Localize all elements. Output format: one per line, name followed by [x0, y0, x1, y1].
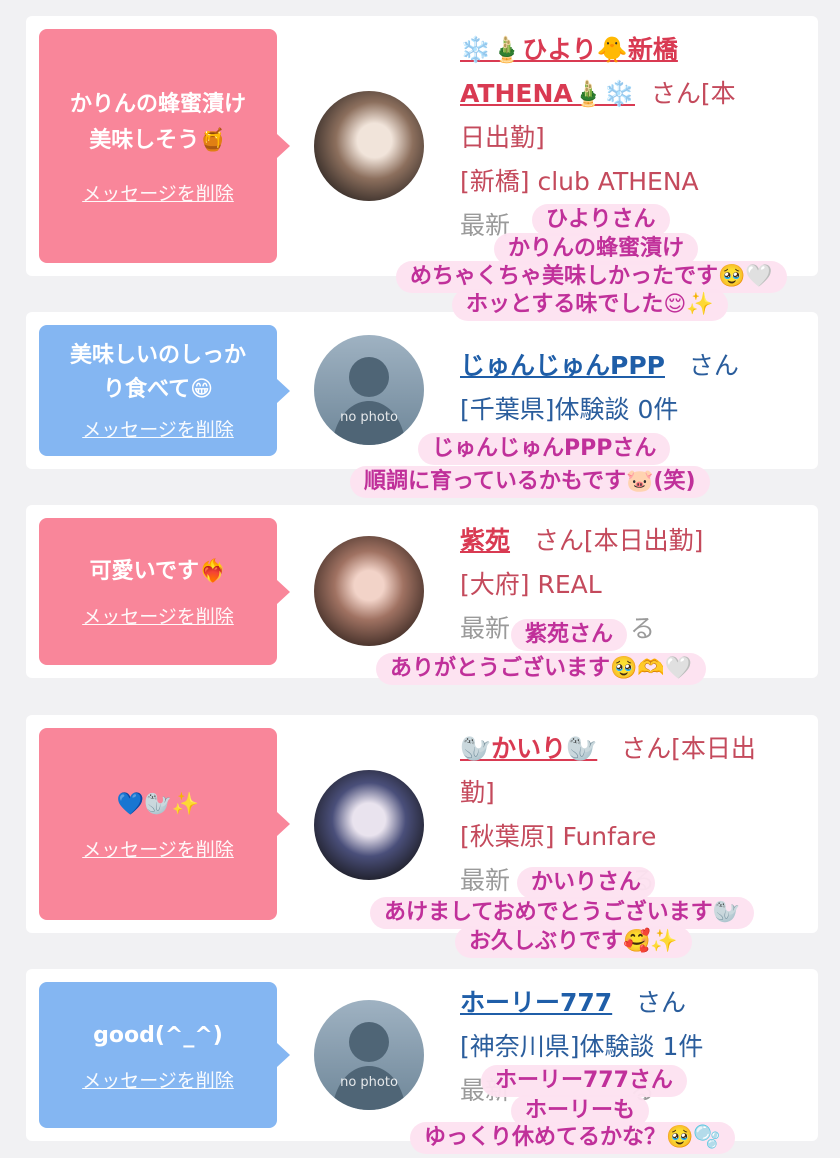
message-text-line: り食べて😁: [102, 377, 214, 402]
honorific-label: さん: [688, 351, 739, 380]
overlay-caption: 紫苑さん: [511, 619, 628, 651]
message-text-line: 美味しいのしっか: [69, 343, 246, 368]
delete-message-link[interactable]: メッセージを削除: [82, 1066, 234, 1093]
honorific-label: さん[本日出勤]: [533, 526, 704, 555]
shop-name: [大府] REAL: [460, 570, 602, 599]
review-count: [千葉県]体験談 0件: [460, 395, 679, 424]
cast-name-link[interactable]: ATHENA🎍❄️: [460, 79, 635, 108]
message-text-line: good(^_^): [93, 1022, 223, 1048]
delete-message-link[interactable]: メッセージを削除: [82, 415, 234, 442]
overlay-caption: あけましておめでとうございます🦭: [370, 897, 755, 929]
overlay-caption: ホッとする味でした😌✨: [452, 289, 728, 321]
overlay-caption: ひよりさん: [532, 204, 670, 236]
cast-name-link[interactable]: ❄️🎍ひより🐥新橋: [460, 35, 678, 64]
message-bubble: 💙🦭✨ メッセージを削除: [39, 728, 290, 920]
honorific-label: さん[本: [650, 79, 736, 108]
cast-name-link[interactable]: 🦭かいり🦭: [460, 734, 597, 763]
overlay-caption: じゅんじゅんPPPさん: [418, 433, 671, 465]
avatar[interactable]: [314, 536, 424, 646]
message-card: good(^_^) メッセージを削除 no photo ホーリー777 さん […: [26, 969, 818, 1141]
overlay-caption: ゆっくり休めてるかな？🥹🫧: [410, 1122, 735, 1154]
message-bubble: 可愛いです❤️‍🔥 メッセージを削除: [39, 518, 290, 665]
avatar[interactable]: no photo: [314, 1000, 424, 1110]
status-text: 日出勤]: [460, 123, 545, 152]
no-photo-label: no photo: [340, 1075, 398, 1090]
overlay-caption: ありがとうございます🥹🫶🤍: [376, 653, 707, 685]
cast-info: じゅんじゅんPPP さん [千葉県]体験談 0件: [460, 344, 804, 432]
overlay-caption: 順調に育っているかもです🐷(笑): [350, 466, 710, 498]
review-count: [神奈川県]体験談 1件: [460, 1032, 704, 1061]
latest-label-text: 最新: [460, 866, 511, 895]
message-text-line: 💙🦭✨: [116, 791, 200, 817]
shop-name: [秋葉原] Funfare: [460, 822, 657, 851]
avatar[interactable]: [314, 770, 424, 880]
message-text-line: かりんの蜂蜜漬け: [69, 91, 246, 117]
user-silhouette-icon: [332, 1022, 406, 1110]
cast-name-link[interactable]: 紫苑: [460, 526, 510, 555]
overlay-caption: ホーリー777さん: [481, 1065, 687, 1097]
message-text-line: 美味しそう🍯: [89, 127, 227, 153]
honorific-label: さん: [636, 988, 687, 1017]
avatar[interactable]: [314, 91, 424, 201]
user-name-link[interactable]: ホーリー777: [460, 988, 612, 1017]
shop-name: [新橋] club ATHENA: [460, 167, 699, 196]
delete-message-link[interactable]: メッセージを削除: [82, 602, 234, 629]
message-text-line: 可愛いです❤️‍🔥: [89, 559, 227, 584]
latest-label-tail: る: [630, 614, 656, 643]
latest-label-text: 最新: [460, 614, 511, 643]
message-bubble: かりんの蜂蜜漬け 美味しそう🍯 メッセージを削除: [39, 29, 290, 263]
overlay-caption: かいりさん: [517, 867, 656, 899]
overlay-caption: お久しぶりです🥰✨: [455, 926, 692, 958]
status-text: 勤]: [460, 778, 495, 807]
user-name-link[interactable]: じゅんじゅんPPP: [460, 351, 665, 380]
message-card: かりんの蜂蜜漬け 美味しそう🍯 メッセージを削除 ❄️🎍ひより🐥新橋 ATHEN…: [26, 16, 818, 276]
delete-message-link[interactable]: メッセージを削除: [82, 835, 234, 862]
message-bubble: 美味しいのしっか り食べて😁 メッセージを削除: [39, 325, 290, 456]
no-photo-label: no photo: [340, 410, 398, 425]
message-bubble: good(^_^) メッセージを削除: [39, 982, 290, 1128]
honorific-label: さん[本日出: [621, 734, 756, 763]
delete-message-link[interactable]: メッセージを削除: [82, 179, 234, 206]
avatar[interactable]: no photo: [314, 335, 424, 445]
user-silhouette-icon: [332, 357, 406, 445]
